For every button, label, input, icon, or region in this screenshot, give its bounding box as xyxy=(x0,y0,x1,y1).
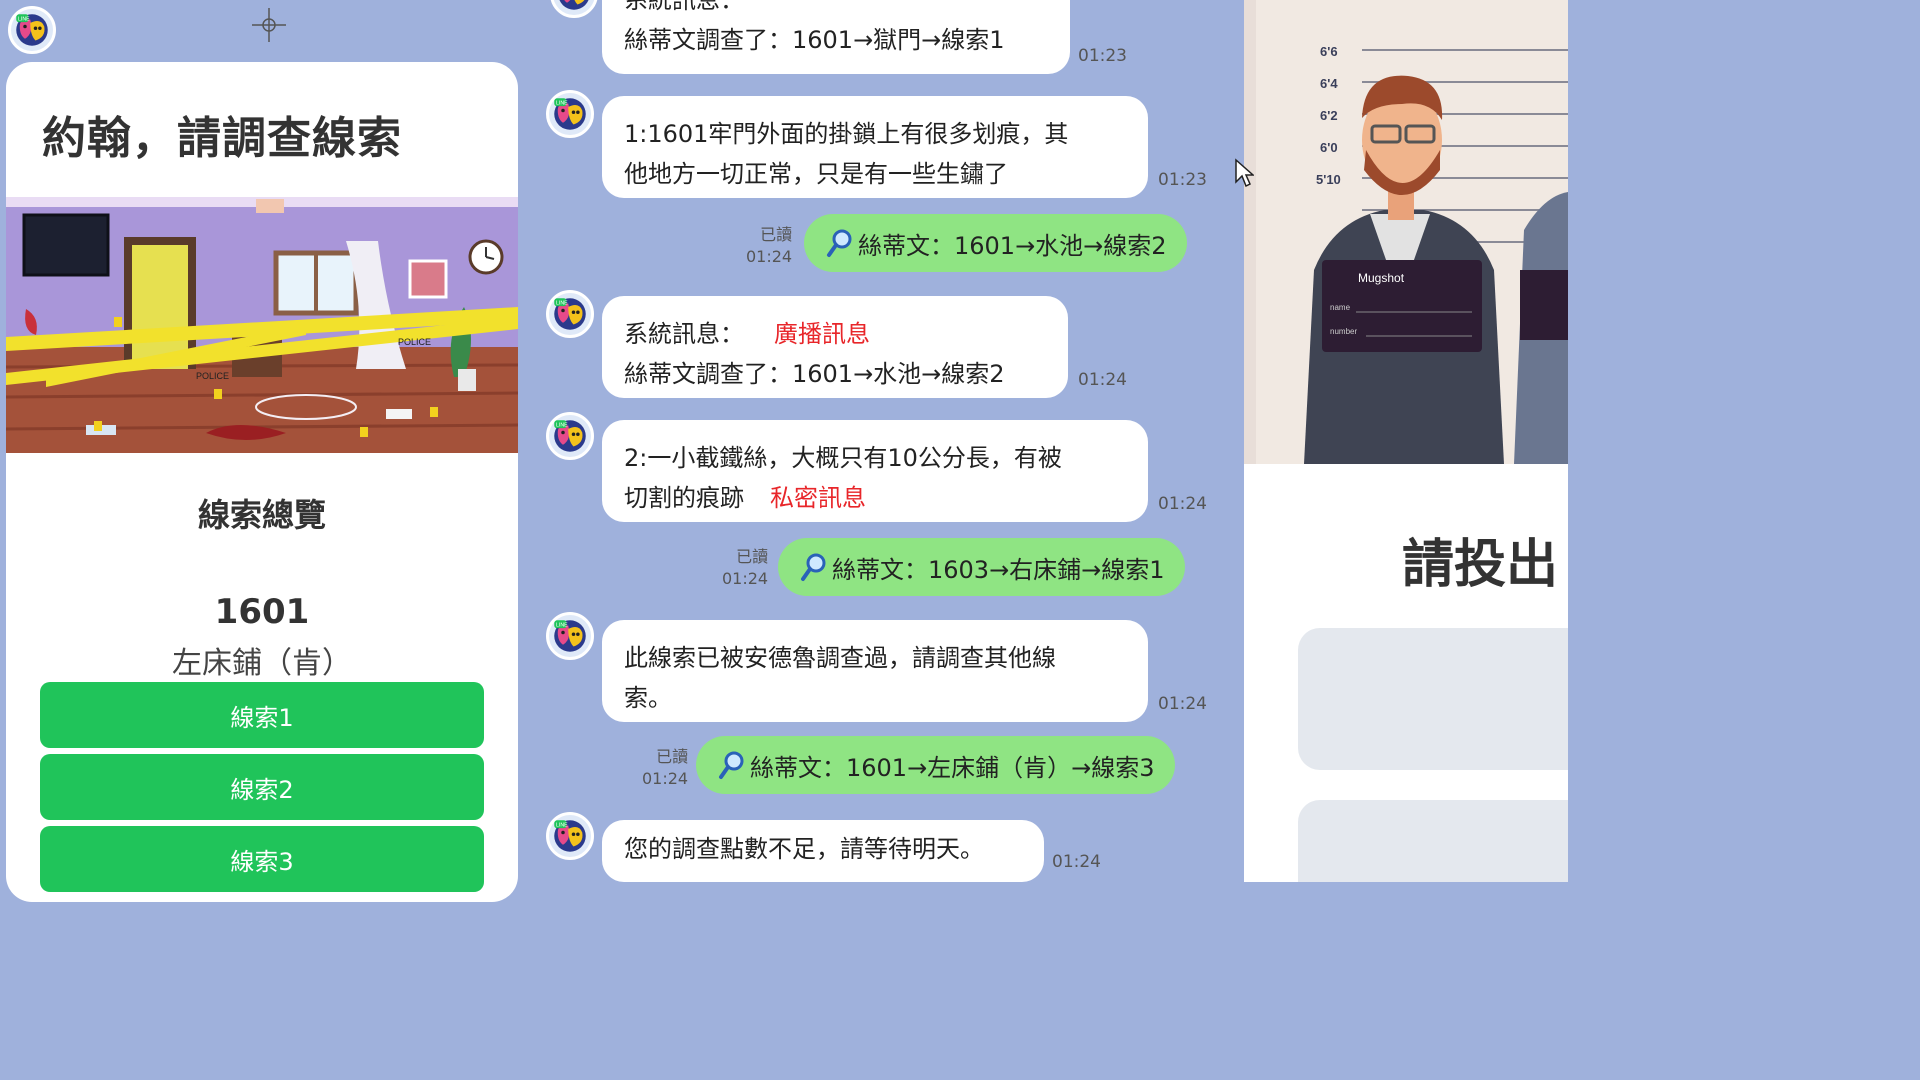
bot-avatar-icon[interactable] xyxy=(546,90,594,138)
bot-avatar-icon[interactable] xyxy=(546,412,594,460)
clue-2-button[interactable]: 線索2 xyxy=(40,754,484,820)
message-bubble: 2:一小截鐵絲，大概只有10公分長，有被 切割的痕跡 私密訊息 xyxy=(602,420,1148,522)
message-bubble: 系統訊息： 廣播訊息 絲蒂文調查了：1601→水池→線索2 xyxy=(602,296,1068,398)
height-mark: 6'6 xyxy=(1320,44,1338,59)
message-line: 您的調查點數不足，請等待明天。 xyxy=(624,835,984,863)
message-time: 01:24 xyxy=(1078,370,1127,390)
mouse-cursor-icon xyxy=(1235,158,1254,188)
message-bubble: 您的調查點數不足，請等待明天。 xyxy=(602,820,1044,882)
message-bubble: 1:1601牢門外面的掛鎖上有很多划痕，其 他地方一切正常，只是有一些生鏽了 xyxy=(602,96,1148,198)
message-time: 01:24 xyxy=(642,769,689,788)
message-text: 切割的痕跡 xyxy=(624,484,744,512)
message-time: 01:24 xyxy=(1158,494,1207,514)
read-label: 已讀 xyxy=(736,547,769,566)
magnifier-icon xyxy=(826,228,854,258)
board-field: name xyxy=(1330,303,1351,312)
bot-avatar-icon[interactable] xyxy=(550,0,598,18)
height-mark: 5'10 xyxy=(1316,172,1341,187)
vote-option[interactable] xyxy=(1298,800,1568,882)
read-receipt: 已讀 01:24 xyxy=(746,224,792,268)
message-time: 01:24 xyxy=(1052,852,1101,872)
message-line: 切割的痕跡 私密訊息 xyxy=(624,478,1126,518)
room-number: 1601 xyxy=(214,592,310,632)
message-line: 2:一小截鐵絲，大概只有10公分長，有被 xyxy=(624,444,1062,472)
bot-avatar-icon[interactable] xyxy=(546,290,594,338)
sent-message-bubble: 絲蒂文：1601→水池→線索2 xyxy=(804,214,1187,272)
read-receipt: 已讀 01:24 xyxy=(722,546,768,590)
police-tape-label: POLICE xyxy=(196,371,229,381)
message-line: 索。 xyxy=(624,684,672,712)
vote-option[interactable] xyxy=(1298,628,1568,770)
vote-panel: 6'6 6'4 6'2 6'0 5'10 Mugshot name number… xyxy=(1244,0,1568,882)
private-tag: 私密訊息 xyxy=(770,484,866,512)
message-time: 01:24 xyxy=(746,247,793,266)
vote-title: 請投出 xyxy=(1402,535,1559,595)
height-mark: 6'2 xyxy=(1320,108,1338,123)
room-location: 左床鋪（肯） xyxy=(172,646,352,681)
message-line: 系統訊息： xyxy=(624,0,744,14)
bot-avatar-icon[interactable] xyxy=(546,612,594,660)
mugshot-illustration: 6'6 6'4 6'2 6'0 5'10 Mugshot name number xyxy=(1244,0,1568,464)
message-time: 01:23 xyxy=(1158,170,1207,190)
board-field: number xyxy=(1330,327,1357,336)
mugshot-board-label: Mugshot xyxy=(1358,271,1405,285)
read-label: 已讀 xyxy=(760,225,793,244)
police-tape-label: POLICE xyxy=(398,337,431,347)
magnifier-icon xyxy=(800,552,828,582)
message-bubble: 此線索已被安德魯調查過，請調查其他線 索。 xyxy=(602,620,1148,722)
message-line: 1:1601牢門外面的掛鎖上有很多划痕，其 xyxy=(624,120,1069,148)
sent-message-bubble: 絲蒂文：1601→左床鋪（肯）→線索3 xyxy=(696,736,1175,794)
crosshair-icon xyxy=(252,8,286,42)
sent-message-text: 絲蒂文：1601→水池→線索2 xyxy=(858,231,1167,260)
broadcast-tag: 廣播訊息 xyxy=(774,320,870,348)
crime-scene-illustration: POLICE POLICE xyxy=(6,197,518,453)
message-line: 絲蒂文調查了：1601→水池→線索2 xyxy=(624,360,1005,388)
chat-panel: 系統訊息： 絲蒂文調查了：1601→獄門→線索1 01:23 1:1601牢門外… xyxy=(530,0,1244,882)
bot-avatar-icon[interactable] xyxy=(8,6,56,54)
clue-3-button[interactable]: 線索3 xyxy=(40,826,484,892)
read-label: 已讀 xyxy=(656,747,689,766)
sent-message-bubble: 絲蒂文：1603→右床鋪→線索1 xyxy=(778,538,1185,596)
message-bubble: 系統訊息： 絲蒂文調查了：1601→獄門→線索1 xyxy=(602,0,1070,74)
clue-1-button[interactable]: 線索1 xyxy=(40,682,484,748)
clue-overview-title: 線索總覽 xyxy=(197,496,326,534)
card-title: 約翰，請調查線索 xyxy=(42,113,402,164)
height-mark: 6'4 xyxy=(1320,76,1338,91)
message-time: 01:23 xyxy=(1078,46,1127,66)
message-time: 01:24 xyxy=(1158,694,1207,714)
clue-panel: 約翰，請調查線索 POLICE POLICE 線索總覽 1601 左床鋪（肯） … xyxy=(0,0,530,902)
system-message-label: 系統訊息： xyxy=(624,320,744,348)
message-line: 此線索已被安德魯調查過，請調查其他線 xyxy=(624,644,1056,672)
bot-avatar-icon[interactable] xyxy=(546,812,594,860)
magnifier-icon xyxy=(718,750,746,780)
read-receipt: 已讀 01:24 xyxy=(642,746,688,790)
sent-message-text: 絲蒂文：1603→右床鋪→線索1 xyxy=(832,555,1165,584)
message-line: 絲蒂文調查了：1601→獄門→線索1 xyxy=(624,26,1005,54)
height-mark: 6'0 xyxy=(1320,140,1338,155)
message-line: 他地方一切正常，只是有一些生鏽了 xyxy=(624,160,1008,188)
message-time: 01:24 xyxy=(722,569,769,588)
sent-message-text: 絲蒂文：1601→左床鋪（肯）→線索3 xyxy=(750,753,1155,782)
clue-card: 約翰，請調查線索 POLICE POLICE 線索總覽 1601 左床鋪（肯） … xyxy=(6,62,518,902)
message-line: 系統訊息： 廣播訊息 xyxy=(624,314,1046,354)
